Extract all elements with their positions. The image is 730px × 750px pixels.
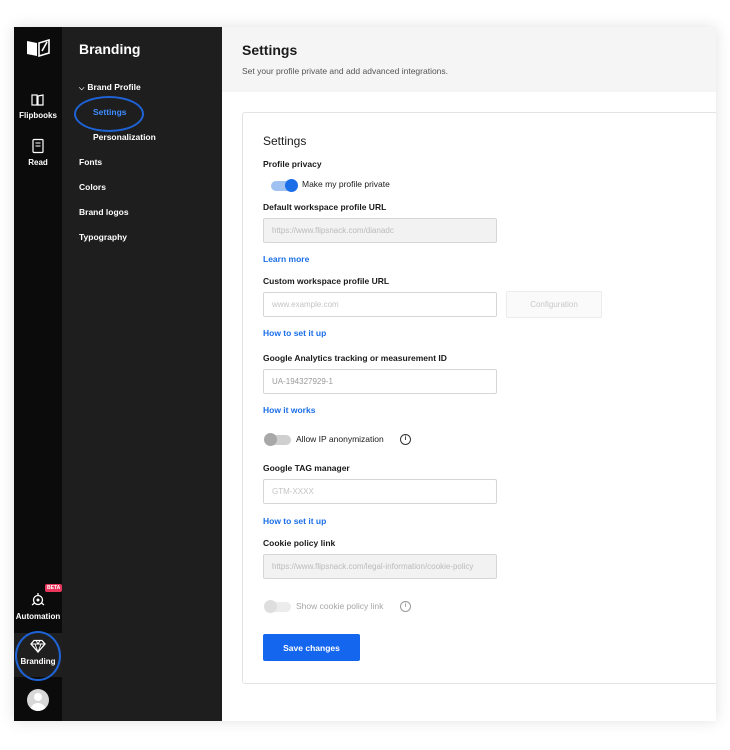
rail-item-flipbooks[interactable]: Flipbooks	[14, 93, 62, 120]
default-url-label: Default workspace profile URL	[263, 202, 387, 212]
info-icon: i	[400, 601, 411, 612]
toggle-knob	[264, 433, 277, 446]
sidebar-item-typography[interactable]: Typography	[79, 232, 127, 242]
gtm-label: Google TAG manager	[263, 463, 350, 473]
cookie-policy-label: Cookie policy link	[263, 538, 336, 548]
gtm-input[interactable]	[263, 479, 497, 504]
show-cookie-toggle	[264, 600, 291, 613]
configuration-button[interactable]: Configuration	[506, 291, 602, 318]
app-window: Flipbooks Read Automation BETA Branding …	[14, 27, 716, 721]
diamond-icon	[30, 639, 46, 653]
cookie-policy-field	[263, 554, 497, 579]
ga-label: Google Analytics tracking or measurement…	[263, 353, 447, 363]
sidebar-item-fonts[interactable]: Fonts	[79, 157, 102, 167]
toggle-knob	[264, 600, 277, 613]
show-cookie-label: Show cookie policy link	[296, 601, 384, 611]
custom-url-label: Custom workspace profile URL	[263, 276, 390, 286]
sidebar-item-brand-logos[interactable]: Brand logos	[79, 207, 129, 217]
rail-label-branding: Branding	[20, 657, 56, 666]
how-to-set-up-link-2[interactable]: How to set it up	[263, 516, 326, 526]
custom-url-input[interactable]	[263, 292, 497, 317]
automation-icon	[31, 593, 45, 606]
ip-anonymization-label: Allow IP anonymization	[296, 434, 384, 444]
logo-icon	[27, 39, 50, 57]
toggle-knob	[285, 179, 298, 192]
rail-item-automation[interactable]: Automation	[14, 592, 62, 621]
read-icon	[32, 138, 44, 154]
page-title: Settings	[242, 42, 298, 58]
main-content: Settings Set your profile private and ad…	[222, 27, 716, 721]
rail-item-read[interactable]: Read	[14, 138, 62, 167]
page-subtitle: Set your profile private and add advance…	[242, 66, 449, 76]
sidebar-item-personalization[interactable]: Personalization	[93, 132, 156, 142]
avatar[interactable]	[27, 689, 49, 711]
default-url-field	[263, 218, 497, 243]
info-icon[interactable]: i	[400, 434, 411, 445]
chevron-down-icon: ⌵	[79, 85, 85, 92]
sidebar-item-brand-profile[interactable]: ⌵ Brand Profile	[79, 82, 141, 93]
rail-label-read: Read	[28, 158, 48, 167]
sidebar-item-label: Brand Profile	[87, 82, 141, 92]
settings-card: Settings Profile privacy Make my profile…	[242, 112, 716, 684]
ga-input[interactable]	[263, 369, 497, 394]
sidebar-title: Branding	[79, 41, 141, 57]
icon-rail: Flipbooks Read Automation BETA Branding	[14, 27, 63, 721]
ip-anonymization-toggle[interactable]	[264, 433, 291, 446]
learn-more-link[interactable]: Learn more	[263, 254, 309, 264]
flipbooks-icon	[31, 94, 44, 106]
page-header: Settings Set your profile private and ad…	[222, 27, 716, 92]
rail-item-branding[interactable]: Branding	[14, 639, 62, 666]
profile-privacy-label: Profile privacy	[263, 159, 322, 169]
card-title: Settings	[263, 134, 307, 148]
how-to-set-up-link-1[interactable]: How to set it up	[263, 328, 326, 338]
branding-sidebar: Branding ⌵ Brand Profile Settings Persona…	[62, 27, 222, 721]
rail-label-flipbooks: Flipbooks	[19, 111, 57, 120]
beta-badge: BETA	[45, 584, 63, 592]
save-changes-button[interactable]: Save changes	[263, 634, 360, 661]
privacy-toggle[interactable]	[271, 179, 298, 192]
sidebar-item-colors[interactable]: Colors	[79, 182, 106, 192]
privacy-toggle-label: Make my profile private	[302, 179, 390, 189]
rail-label-automation: Automation	[15, 612, 61, 621]
how-it-works-link[interactable]: How it works	[263, 405, 315, 415]
sidebar-item-settings[interactable]: Settings	[93, 107, 127, 117]
